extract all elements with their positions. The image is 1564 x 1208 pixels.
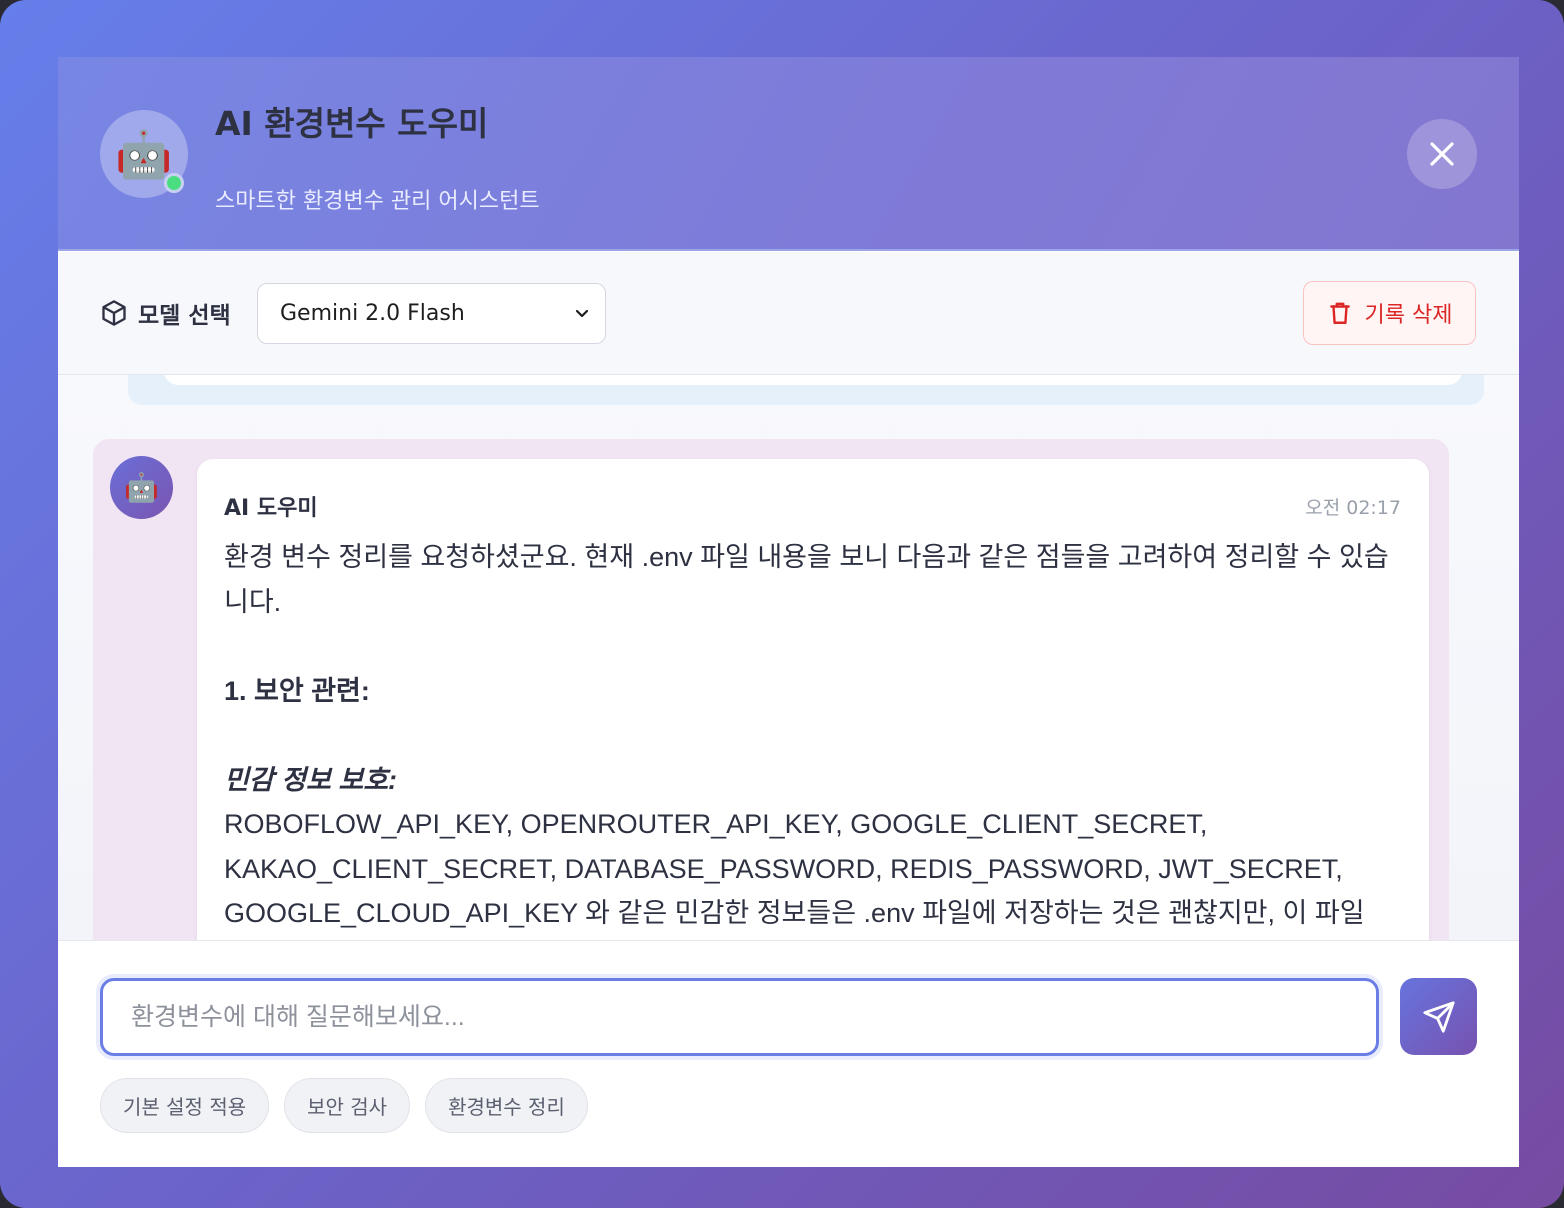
- header-title: AI 환경변수 도우미: [215, 104, 489, 143]
- message-body: 환경 변수 정리를 요청하셨군요. 현재 .env 파일 내용을 보니 다음과 …: [224, 535, 1404, 936]
- clear-history-label: 기록 삭제: [1364, 303, 1453, 328]
- message-subheading: 민감 정보 보호:: [224, 764, 398, 795]
- quick-action-chip[interactable]: 기본 설정 적용: [100, 1078, 270, 1133]
- quick-action-chip[interactable]: 보안 검사: [284, 1078, 411, 1133]
- close-button[interactable]: [1407, 119, 1477, 189]
- message-intro: 환경 변수 정리를 요청하셨군요. 현재 .env 파일 내용을 보니 다음과 …: [224, 542, 1389, 617]
- cube-icon: [102, 300, 126, 326]
- message-list[interactable]: 🤖 AI 도우미 오전 02:17 환경 변수 정리를 요청하셨군요. 현재 .…: [58, 375, 1519, 940]
- online-status-dot: [164, 173, 184, 193]
- chat-panel: 🤖 AI 환경변수 도우미 스마트한 환경변수 관리 어시스턴트 모델 선택 G…: [58, 57, 1519, 1167]
- message-timestamp: 오전 02:17: [1305, 497, 1401, 519]
- input-area: 기본 설정 적용 보안 검사 환경변수 정리: [58, 940, 1519, 1167]
- clear-history-button[interactable]: 기록 삭제: [1303, 281, 1476, 345]
- send-button[interactable]: [1400, 978, 1477, 1055]
- previous-message-card: [164, 375, 1462, 385]
- app-window: 🤖 AI 환경변수 도우미 스마트한 환경변수 관리 어시스턴트 모델 선택 G…: [0, 0, 1564, 1208]
- chat-input[interactable]: [100, 978, 1379, 1056]
- message-heading: 1. 보안 관련:: [224, 675, 370, 706]
- model-label-text: 모델 선택: [138, 303, 231, 329]
- trash-icon: [1329, 302, 1350, 324]
- ai-message: 🤖 AI 도우미 오전 02:17 환경 변수 정리를 요청하셨군요. 현재 .…: [93, 439, 1449, 940]
- model-select-value: Gemini 2.0 Flash: [280, 301, 465, 326]
- message-paragraph: ROBOFLOW_API_KEY, OPENROUTER_API_KEY, GO…: [224, 809, 1365, 928]
- model-toolbar: 모델 선택 Gemini 2.0 Flash 기록 삭제: [58, 252, 1519, 375]
- close-icon: [1430, 142, 1454, 166]
- chevron-down-icon: [575, 309, 589, 318]
- quick-actions: 기본 설정 적용 보안 검사 환경변수 정리: [100, 1078, 588, 1133]
- ai-message-card: AI 도우미 오전 02:17 환경 변수 정리를 요청하셨군요. 현재 .en…: [197, 459, 1429, 940]
- model-label: 모델 선택: [100, 296, 231, 330]
- message-sender: AI 도우미: [224, 496, 318, 521]
- chat-header: 🤖 AI 환경변수 도우미 스마트한 환경변수 관리 어시스턴트: [58, 57, 1519, 251]
- header-subtitle: 스마트한 환경변수 관리 어시스턴트: [215, 189, 540, 214]
- model-select[interactable]: Gemini 2.0 Flash: [257, 283, 606, 344]
- quick-action-chip[interactable]: 환경변수 정리: [425, 1078, 588, 1133]
- robot-icon: 🤖: [110, 456, 173, 519]
- send-icon: [1422, 1000, 1455, 1033]
